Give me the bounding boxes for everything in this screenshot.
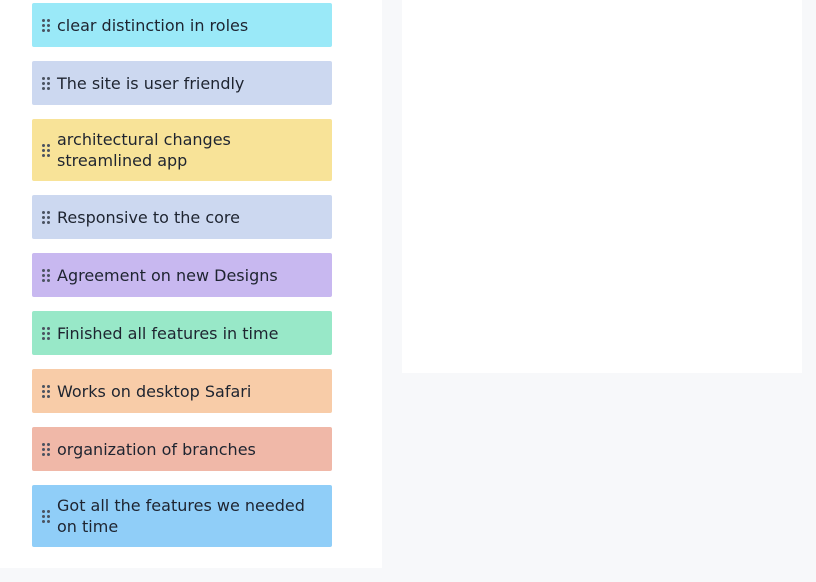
card-label: Responsive to the core — [57, 207, 240, 227]
card-label: organization of branches — [57, 439, 256, 459]
card-label: Finished all features in time — [57, 323, 279, 343]
drag-handle-icon[interactable] — [42, 509, 52, 523]
page: clear distinction in roles The site is u… — [0, 0, 816, 582]
card-label: Got all the features we needed on time — [57, 496, 305, 536]
card-label: clear distinction in roles — [57, 15, 249, 35]
drag-handle-icon[interactable] — [42, 326, 52, 340]
card-column: clear distinction in roles The site is u… — [0, 0, 382, 568]
card-site-is-user-friendly[interactable]: The site is user friendly — [32, 61, 332, 105]
card-clear-distinction-in-roles[interactable]: clear distinction in roles — [32, 3, 332, 47]
drag-handle-icon[interactable] — [42, 143, 52, 157]
drag-handle-icon[interactable] — [42, 442, 52, 456]
card-label: Works on desktop Safari — [57, 381, 252, 401]
card-works-on-desktop-safari[interactable]: Works on desktop Safari — [32, 369, 332, 413]
card-organization-of-branches[interactable]: organization of branches — [32, 427, 332, 471]
drag-handle-icon[interactable] — [42, 210, 52, 224]
card-label: The site is user friendly — [57, 73, 245, 93]
drag-handle-icon[interactable] — [42, 18, 52, 32]
card-label: architectural changes streamlined app — [57, 130, 231, 170]
drag-handle-icon[interactable] — [42, 268, 52, 282]
card-architectural-changes[interactable]: architectural changes streamlined app — [32, 119, 332, 181]
card-responsive-to-the-core[interactable]: Responsive to the core — [32, 195, 332, 239]
drag-handle-icon[interactable] — [42, 384, 52, 398]
card-finished-all-features[interactable]: Finished all features in time — [32, 311, 332, 355]
drag-handle-icon[interactable] — [42, 76, 52, 90]
card-got-all-the-features[interactable]: Got all the features we needed on time — [32, 485, 332, 547]
card-label: Agreement on new Designs — [57, 265, 278, 285]
drop-zone-panel[interactable] — [402, 0, 802, 373]
card-agreement-on-new-designs[interactable]: Agreement on new Designs — [32, 253, 332, 297]
